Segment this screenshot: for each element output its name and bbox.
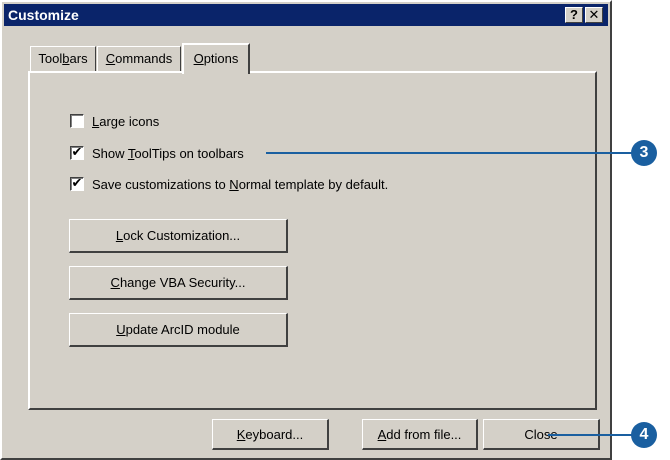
tab-label: ptions	[203, 51, 239, 66]
tab-label: ommands	[115, 51, 173, 66]
help-button[interactable]: ?	[565, 7, 583, 23]
check-mark-icon: ✔	[71, 175, 83, 190]
show-tooltips-label: Show ToolTips on toolbars	[92, 145, 244, 161]
tab-label-accesskey: C	[105, 51, 116, 66]
show-tooltips-option[interactable]: ✔ Show ToolTips on toolbars	[70, 144, 244, 162]
save-normal-template-option[interactable]: ✔ Save customizations to Normal template…	[70, 175, 388, 193]
callout-3-badge: 3	[631, 140, 657, 166]
tab-label-accesskey: O	[193, 51, 204, 66]
save-normal-template-label: Save customizations to Normal template b…	[92, 176, 389, 192]
tab-label-accesskey: b	[62, 51, 70, 66]
keyboard-button[interactable]: Keyboard...	[212, 419, 329, 450]
callout-leader-line	[266, 152, 632, 154]
close-window-button[interactable]: ✕	[585, 7, 603, 23]
tab-options[interactable]: Options	[182, 43, 250, 74]
large-icons-label: Large icons	[92, 113, 160, 129]
large-icons-option[interactable]: Large icons	[70, 112, 159, 130]
lock-customization-button[interactable]: Lock Customization...	[69, 219, 288, 253]
change-vba-security-button[interactable]: Change VBA Security...	[69, 266, 288, 300]
save-normal-template-checkbox[interactable]: ✔	[70, 175, 84, 191]
tab-commands[interactable]: Commands	[97, 46, 181, 72]
update-arcid-module-button[interactable]: Update ArcID module	[69, 313, 288, 347]
window-title: Customize	[8, 7, 79, 23]
check-mark-icon: ✔	[71, 144, 83, 159]
tab-toolbars[interactable]: Toolbars	[30, 46, 96, 72]
callout-4-badge: 4	[631, 422, 657, 448]
callout-leader-line	[548, 434, 634, 436]
large-icons-checkbox[interactable]	[70, 114, 84, 128]
show-tooltips-checkbox[interactable]: ✔	[70, 144, 84, 160]
add-from-file-button[interactable]: Add from file...	[362, 419, 478, 450]
title-bar[interactable]: Customize ? ✕	[4, 4, 608, 26]
tab-label: ars	[69, 51, 88, 66]
tab-label: Tool	[38, 51, 63, 66]
